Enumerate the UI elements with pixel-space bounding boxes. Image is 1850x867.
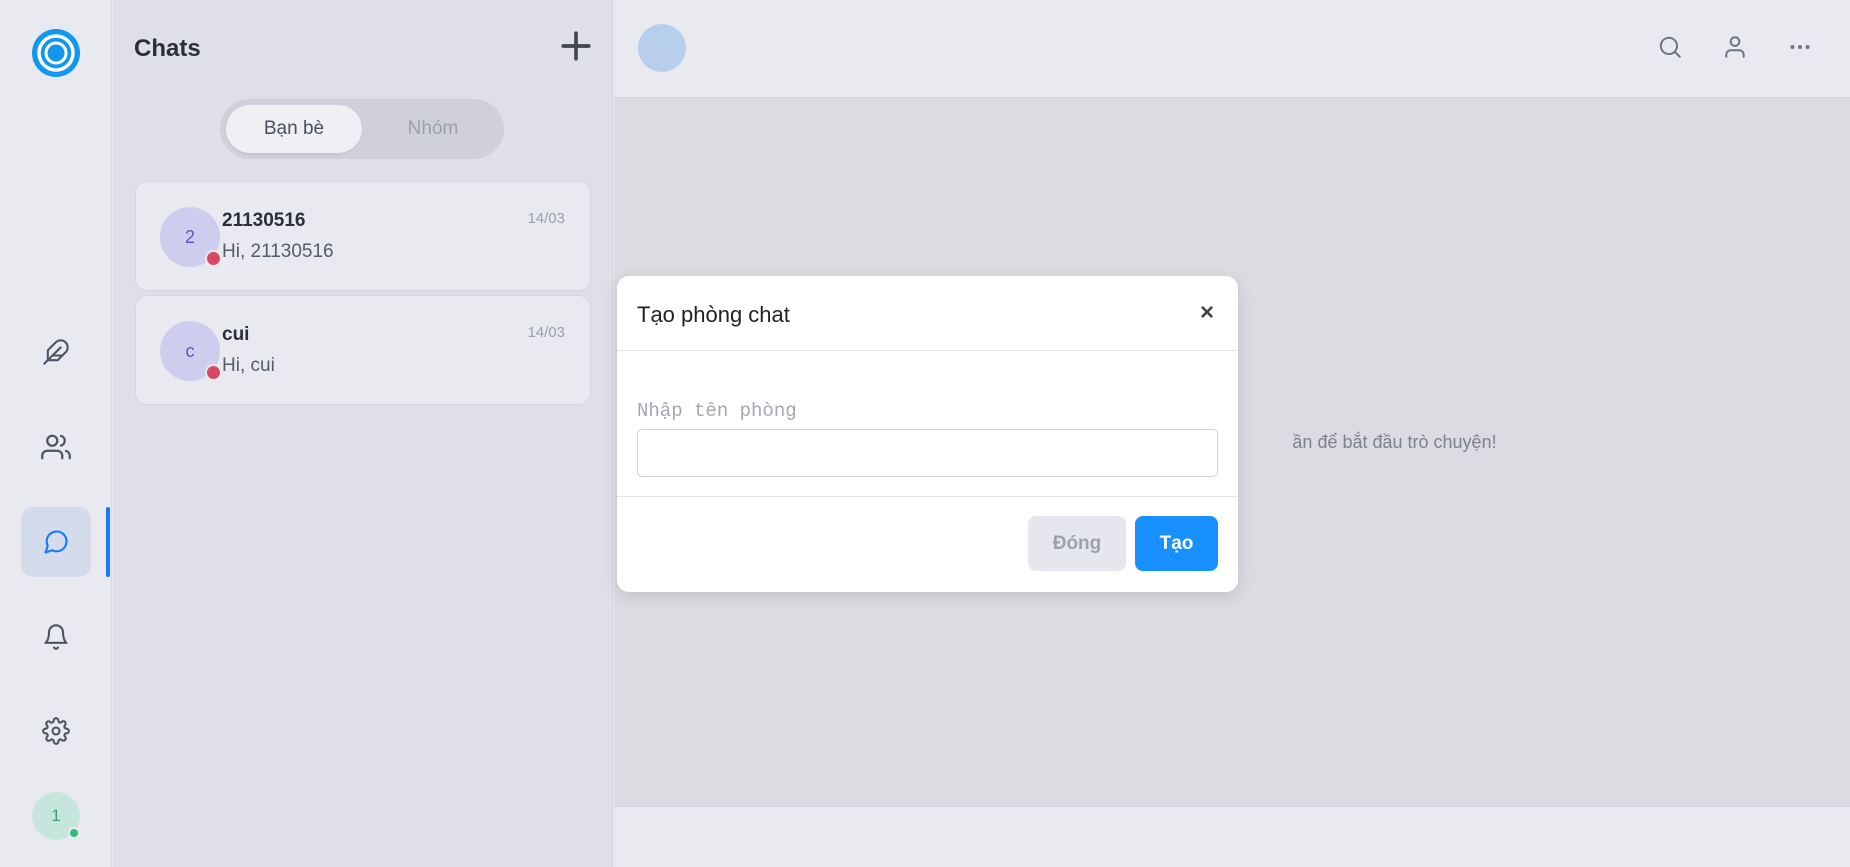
feather-icon[interactable] — [21, 317, 91, 387]
more-options-icon[interactable] — [1783, 30, 1817, 64]
message-time: 14/03 — [527, 324, 565, 341]
chat-list-header: Chats — [113, 0, 613, 98]
last-message: Hi, cui — [222, 355, 275, 376]
contact-avatar: 2 — [160, 207, 222, 267]
chat-footer — [614, 806, 1850, 867]
add-chat-plus-icon[interactable] — [556, 26, 596, 66]
user-avatar[interactable]: 1 — [32, 792, 80, 840]
close-icon[interactable]: × — [1194, 300, 1220, 326]
user-avatar-initial: 1 — [51, 806, 61, 825]
conversation-item[interactable]: c cui Hi, cui 14/03 — [135, 295, 591, 405]
tab-friends[interactable]: Bạn bè — [226, 105, 362, 153]
create-room-modal: Tạo phòng chat × Nhập tên phòng Đóng Tạo — [617, 276, 1238, 592]
room-name-label: Nhập tên phòng — [637, 400, 797, 422]
search-icon[interactable] — [1653, 30, 1687, 64]
chat-bubble-icon[interactable] — [21, 507, 91, 577]
modal-header: Tạo phòng chat × — [617, 276, 1238, 351]
tab-switcher: Bạn bè Nhóm — [220, 99, 504, 159]
modal-title: Tạo phòng chat — [637, 302, 790, 327]
panel-title: Chats — [134, 35, 201, 62]
chat-header — [614, 0, 1850, 98]
offline-status-dot — [205, 250, 222, 267]
user-profile-icon[interactable] — [1718, 30, 1752, 64]
close-button[interactable]: Đóng — [1028, 516, 1126, 571]
nav-rail: 1 — [0, 0, 112, 867]
create-button[interactable]: Tạo — [1135, 516, 1218, 571]
tab-groups[interactable]: Nhóm — [366, 105, 500, 153]
app-logo-icon[interactable] — [31, 28, 81, 78]
bell-icon[interactable] — [21, 602, 91, 672]
active-indicator — [106, 507, 110, 577]
contact-name: 21130516 — [222, 210, 306, 231]
message-time: 14/03 — [527, 210, 565, 227]
contact-avatar-initial: 2 — [184, 226, 195, 247]
offline-status-dot — [205, 364, 222, 381]
online-status-dot — [68, 827, 80, 839]
contacts-icon[interactable] — [21, 412, 91, 482]
settings-gear-icon[interactable] — [21, 696, 91, 766]
contact-name: cui — [222, 324, 250, 345]
room-name-input[interactable] — [637, 429, 1218, 477]
conversation-item[interactable]: 2 21130516 Hi, 21130516 14/03 — [135, 181, 591, 291]
contact-avatar: c — [160, 321, 222, 381]
last-message: Hi, 21130516 — [222, 241, 334, 262]
chat-list-panel: Chats Bạn bè Nhóm 2 21130516 Hi, 2113051… — [113, 0, 613, 867]
contact-avatar-initial: c — [185, 340, 195, 361]
chat-avatar — [638, 24, 686, 72]
